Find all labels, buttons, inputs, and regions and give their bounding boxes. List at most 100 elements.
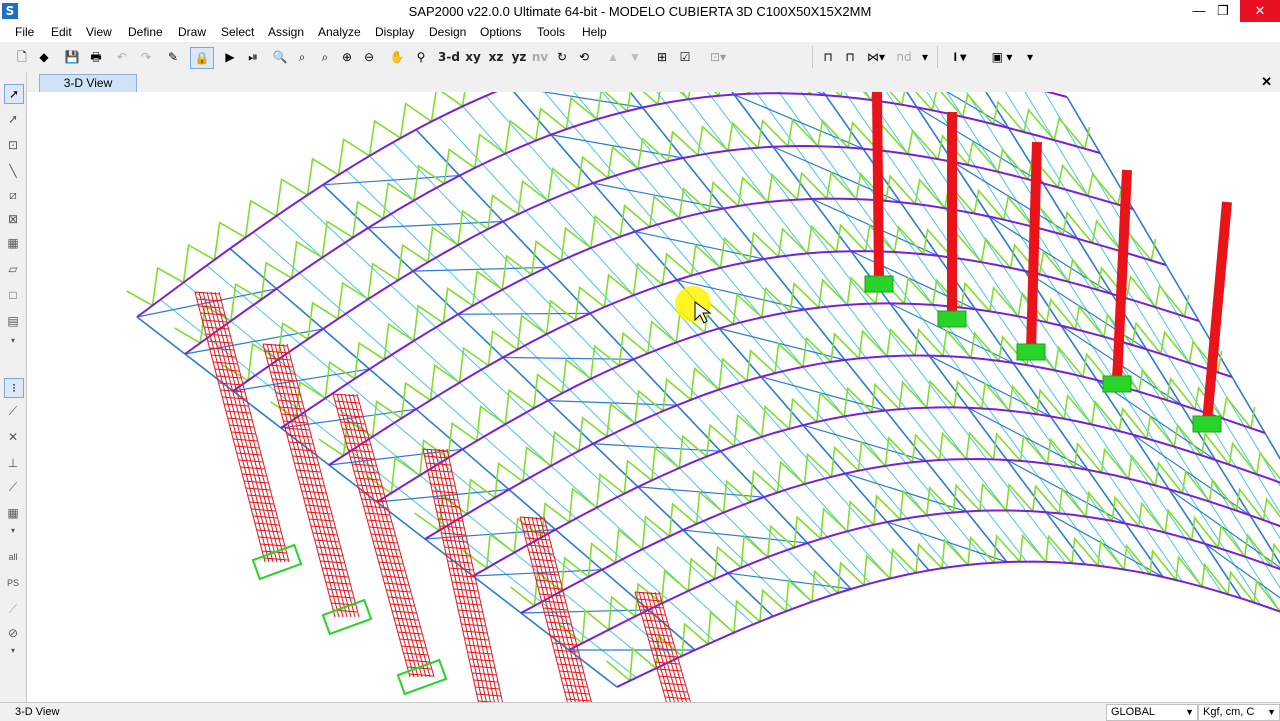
clear-selection-icon[interactable]: ⟋ <box>4 600 22 618</box>
restore-full-view-icon[interactable]: ⌕ <box>292 47 312 67</box>
quick-draw-brace-icon[interactable]: ⊠ <box>4 210 22 228</box>
display-dropdown-icon[interactable]: ▣ ▾ <box>985 47 1019 67</box>
draw-grid-icon[interactable]: ▦ <box>4 234 22 252</box>
more-dropdown-icon[interactable]: ▾ <box>1024 47 1036 67</box>
perspective-icon[interactable]: ⟲ <box>573 47 595 67</box>
bracing-line <box>845 474 967 512</box>
snap-perpendicular-icon[interactable]: ⊥ <box>4 454 22 472</box>
reshaper-icon[interactable]: ➚ <box>4 110 22 128</box>
menu-file[interactable]: File <box>15 25 34 39</box>
lock-model-icon[interactable]: 🔒 <box>190 47 214 69</box>
view-window: 3-D View ✕ <box>27 72 1280 702</box>
view-nv-button[interactable]: nv <box>530 47 550 67</box>
view-3d-button[interactable]: 3-d <box>437 47 461 67</box>
draw-frame-icon[interactable]: ⊓ <box>818 47 838 67</box>
assign-dropdown-icon[interactable]: ⊡▾ <box>703 47 733 67</box>
undo-icon[interactable]: ↶ <box>112 47 132 67</box>
zoom-in-icon[interactable]: ⊕ <box>337 47 357 67</box>
close-view-icon[interactable]: ✕ <box>1261 74 1272 90</box>
restore-icon[interactable]: ❐ <box>1208 0 1238 22</box>
pointer-select-icon[interactable]: ➚ <box>4 84 24 104</box>
bracing-line <box>458 313 590 314</box>
menu-analyze[interactable]: Analyze <box>318 25 361 39</box>
left-toolbar-dropdown-icon[interactable]: ▾ <box>4 332 22 350</box>
menu-tools[interactable]: Tools <box>537 25 565 39</box>
view-xy-button[interactable]: xy <box>462 47 484 67</box>
view-nd-button[interactable]: nd <box>893 47 915 67</box>
menu-define[interactable]: Define <box>128 25 163 39</box>
zoom-out-icon[interactable]: ⊖ <box>359 47 379 67</box>
snap-fine-grid-icon[interactable]: ▦ <box>4 504 22 522</box>
draw-rect-area-icon[interactable]: □ <box>4 286 22 304</box>
rotate-icon[interactable]: ↻ <box>553 47 571 67</box>
menu-assign[interactable]: Assign <box>268 25 304 39</box>
arch-chord <box>425 356 1265 540</box>
support-symbol <box>865 276 893 292</box>
bracing-line <box>917 107 1043 183</box>
menu-design[interactable]: Design <box>429 25 466 39</box>
redo-icon[interactable]: ↷ <box>136 47 156 67</box>
draw-poly-area-icon[interactable]: ▱ <box>4 260 22 278</box>
status-bar: 3-D View GLOBAL ▼ Kgf, cm, C ▼ <box>0 702 1280 721</box>
menu-view[interactable]: View <box>86 25 112 39</box>
cursor-highlight-icon <box>675 286 711 322</box>
menu-options[interactable]: Options <box>480 25 521 39</box>
bracing-line <box>719 328 845 360</box>
object-shrink-icon[interactable]: ⊞ <box>652 47 672 67</box>
move-up-icon[interactable]: ▲ <box>603 47 623 67</box>
purlin-line <box>672 92 1066 563</box>
close-window-icon[interactable]: ✕ <box>1240 0 1280 22</box>
view-yz-button[interactable]: yz <box>508 47 530 67</box>
draw-truss-dropdown-icon[interactable]: ⋈▾ <box>862 47 890 67</box>
print-icon[interactable]: 🖶 <box>86 47 106 67</box>
support-symbol <box>1103 376 1131 392</box>
section-dropdown-icon[interactable]: I ▾ <box>945 47 975 67</box>
set-view-icon[interactable]: ⚲ <box>411 47 431 67</box>
pencil-icon[interactable]: ✎ <box>163 47 183 67</box>
snap-intersections-icon[interactable]: ✕ <box>4 428 22 446</box>
bracing-line <box>761 377 886 411</box>
menu-select[interactable]: Select <box>221 25 254 39</box>
grid-line <box>881 92 1241 598</box>
menu-draw[interactable]: Draw <box>178 25 206 39</box>
run-analysis-icon[interactable]: ▶ <box>220 47 240 67</box>
menu-edit[interactable]: Edit <box>51 25 72 39</box>
select-all-button[interactable]: all <box>4 548 22 566</box>
menu-display[interactable]: Display <box>375 25 414 39</box>
new-model-icon[interactable]: 🗋 <box>12 47 32 67</box>
open-model-icon[interactable]: ◆ <box>34 47 54 67</box>
save-icon[interactable]: 💾 <box>62 47 82 67</box>
draw-brace-icon[interactable]: ⊓ <box>840 47 860 67</box>
units-select[interactable]: Kgf, cm, C ▼ <box>1198 704 1280 721</box>
support-symbol <box>938 311 966 327</box>
quick-draw-area-icon[interactable]: ▤ <box>4 312 22 330</box>
main-toolbar: 🗋 ◆ 💾 🖶 ↶ ↷ ✎ 🔒 ▶ ⏯ 🔍 ⌕ ⌕ ⊕ ⊖ ✋ ⚲ 3-d xy… <box>0 42 1280 73</box>
menu-help[interactable]: Help <box>582 25 607 39</box>
model-canvas[interactable] <box>27 92 1280 702</box>
coord-system-select[interactable]: GLOBAL ▼ <box>1106 704 1198 721</box>
run-step-icon[interactable]: ⏯ <box>243 47 263 67</box>
draw-line-icon[interactable]: ╲ <box>4 162 22 180</box>
zoom-window-icon[interactable]: 🔍 <box>270 47 290 67</box>
snap-points-icon[interactable]: ⁝ <box>4 378 24 398</box>
arch-chord <box>617 562 1280 687</box>
nd-dropdown-icon[interactable]: ▾ <box>919 47 931 67</box>
column-member <box>659 592 699 702</box>
previous-selection-button[interactable]: PS <box>4 574 22 592</box>
snap-lines-icon[interactable]: ⟋ <box>4 478 22 496</box>
intersecting-line-icon[interactable]: ⊘ <box>4 624 22 642</box>
set-display-options-icon[interactable]: ☑ <box>675 47 695 67</box>
tab-3d-view[interactable]: 3-D View <box>39 74 137 92</box>
truss-web <box>223 120 1123 381</box>
pan-icon[interactable]: ✋ <box>387 47 407 67</box>
purlin-line <box>532 92 948 567</box>
quick-draw-frame-icon[interactable]: ⧄ <box>4 186 22 204</box>
snap-dropdown-icon[interactable]: ▾ <box>4 522 22 540</box>
zoom-previous-icon[interactable]: ⌕ <box>315 47 335 67</box>
move-down-icon[interactable]: ▼ <box>625 47 645 67</box>
view-xz-button[interactable]: xz <box>485 47 507 67</box>
select-dropdown-icon[interactable]: ▾ <box>4 642 22 660</box>
snap-ends-icon[interactable]: ⟋ <box>4 402 22 420</box>
draw-joint-icon[interactable]: ⊡ <box>4 136 22 154</box>
bracing-line <box>503 357 634 359</box>
